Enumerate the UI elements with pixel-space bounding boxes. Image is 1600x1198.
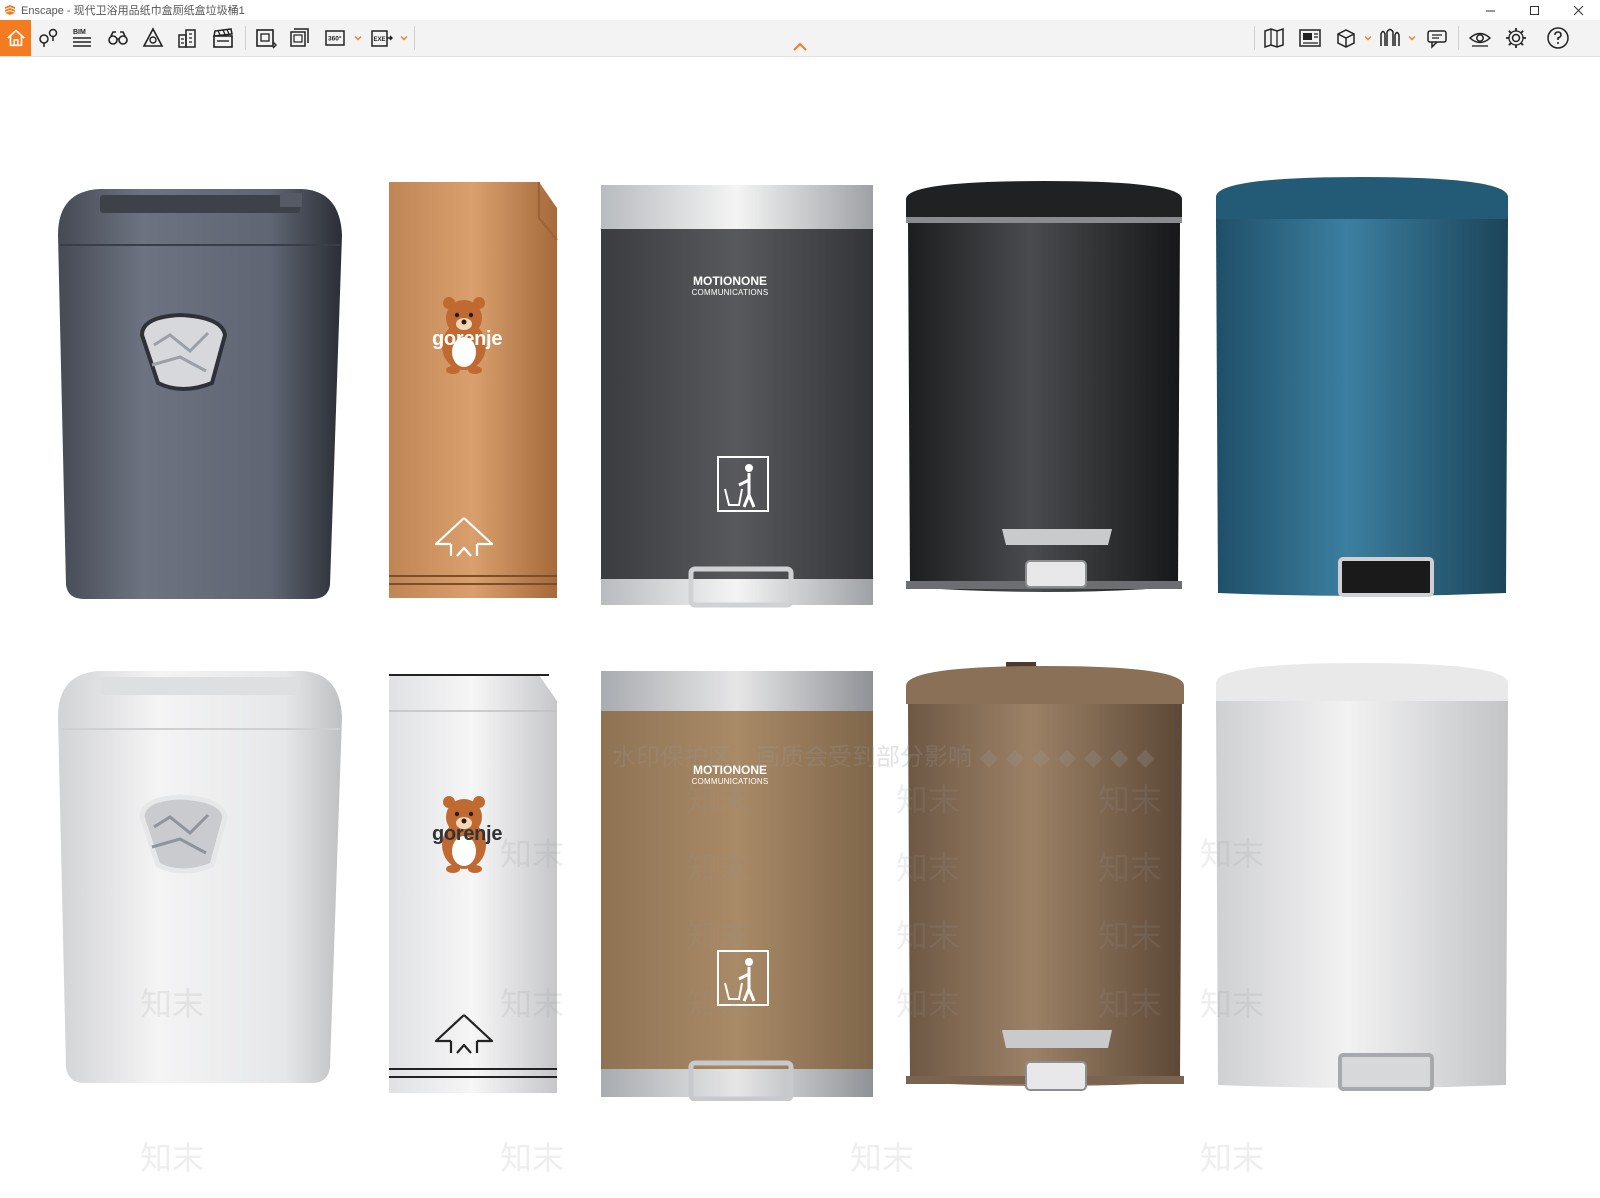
- binoculars-icon: [108, 31, 128, 45]
- chevron-down-icon[interactable]: [354, 34, 362, 42]
- toolbar-divider: [1458, 26, 1459, 50]
- map-icon: [1264, 27, 1284, 49]
- pedal-bin-blue: [1216, 177, 1508, 597]
- motionone-bin-dark: MOTIONONE COMMUNICATIONS: [601, 185, 873, 609]
- exe-label: EXE: [374, 37, 386, 43]
- pedal-bin-black: [906, 181, 1182, 592]
- motionone-bin-dark-body: [601, 185, 873, 608]
- motionone-subtitle: COMMUNICATIONS: [691, 288, 769, 297]
- views-button[interactable]: [1296, 24, 1324, 52]
- chevron-down-icon[interactable]: [1364, 34, 1372, 42]
- views-icon: [1299, 29, 1321, 47]
- settings-button[interactable]: [1502, 24, 1530, 52]
- bim-label: BIM: [73, 29, 86, 36]
- help-button[interactable]: [1544, 24, 1572, 52]
- visual-settings-icon: [1468, 32, 1492, 47]
- motionone-subtitle: COMMUNICATIONS: [691, 777, 769, 786]
- collapse-toolbar-chevron-icon[interactable]: [792, 42, 808, 52]
- gorenje-brand-label: gorenje: [432, 823, 503, 845]
- export-exe-icon: EXE: [371, 30, 393, 47]
- pedal-bin-white: [1216, 663, 1508, 1091]
- close-button[interactable]: [1556, 0, 1600, 20]
- watermark-mark: 知末: [1200, 1139, 1265, 1177]
- toolbar-divider: [414, 26, 415, 50]
- panorama-360-icon: 360°: [325, 30, 345, 46]
- motionone-bin-tan-body: [601, 671, 873, 1101]
- toolbar-divider: [1254, 26, 1255, 50]
- screenshot-button[interactable]: [252, 24, 280, 52]
- watermark-mark: 知末: [500, 1139, 565, 1177]
- window-controls: [1468, 0, 1600, 20]
- bim-button[interactable]: BIM: [68, 24, 96, 52]
- cube-icon: [1337, 29, 1355, 48]
- close-icon: [1573, 5, 1583, 15]
- location-pin-button[interactable]: [34, 24, 62, 52]
- chevron-down-icon[interactable]: [1408, 34, 1416, 42]
- home-button[interactable]: [0, 20, 31, 56]
- motionone-title: MOTIONONE: [693, 274, 767, 288]
- pano-label: 360°: [328, 35, 342, 43]
- asset-library-button[interactable]: [139, 24, 167, 52]
- feedback-button[interactable]: [1423, 24, 1451, 52]
- home-icon: [6, 29, 25, 47]
- atmosphere-icon: [1380, 28, 1400, 46]
- batch-render-icon: [290, 28, 309, 47]
- minimize-icon: [1485, 10, 1495, 11]
- shredder-bin-dark-gray: [58, 189, 342, 599]
- buildings-button[interactable]: [174, 24, 202, 52]
- pedal-bin-bronze: [906, 662, 1184, 1091]
- video-editor-button[interactable]: [209, 24, 237, 52]
- pin-icon: [39, 28, 58, 47]
- bim-icon: BIM: [73, 29, 91, 47]
- export-exe-button[interactable]: EXE: [368, 24, 396, 52]
- gorenje-bin-copper-body: [389, 182, 558, 598]
- batch-render-button[interactable]: [287, 24, 315, 52]
- minimize-button[interactable]: [1468, 0, 1512, 20]
- motionone-bin-tan: MOTIONONE COMMUNICATIONS: [601, 671, 873, 1101]
- view-mode-button[interactable]: [104, 24, 132, 52]
- help-icon: [1547, 27, 1569, 49]
- buildings-icon: [178, 29, 196, 48]
- gorenje-bin-white: gorenje: [389, 671, 559, 1097]
- map-button[interactable]: [1260, 24, 1288, 52]
- watermark-banner: 水印保护区，画质会受到部分影响 ◆ ◆ ◆ ◆ ◆ ◆ ◆: [612, 743, 1155, 771]
- window-title: Enscape - 现代卫浴用品纸巾盒厕纸盒垃圾桶1: [21, 5, 245, 17]
- clapper-icon: [213, 28, 233, 48]
- gorenje-bin-copper: gorenje: [389, 178, 559, 602]
- gorenje-bin-white-body: [389, 674, 557, 1093]
- enscape-logo-icon: [5, 5, 15, 15]
- shredder-bin-white: [58, 671, 342, 1083]
- settings-icon: [1506, 28, 1526, 48]
- asset-library-icon: [142, 27, 164, 47]
- motionone-brand: MOTIONONE COMMUNICATIONS: [601, 274, 866, 297]
- panorama-button[interactable]: 360°: [322, 24, 350, 52]
- title-bar: Enscape - 现代卫浴用品纸巾盒厕纸盒垃圾桶1: [0, 0, 1600, 20]
- chevron-down-icon[interactable]: [400, 34, 408, 42]
- maximize-icon: [1529, 5, 1539, 15]
- render-viewport[interactable]: gorenje MOTIONONE COMMUNICATIONS gorenje…: [0, 57, 1600, 1198]
- screenshot-icon: [256, 29, 277, 49]
- maximize-button[interactable]: [1512, 0, 1556, 20]
- toolbar-divider: [245, 26, 246, 50]
- atmosphere-button[interactable]: [1376, 24, 1404, 52]
- watermark-mark: 知末: [850, 1139, 915, 1177]
- section-box-button[interactable]: [1332, 24, 1360, 52]
- watermark-mark: 知末: [140, 1139, 205, 1177]
- gorenje-brand-label: gorenje: [432, 328, 503, 350]
- visual-settings-button[interactable]: [1466, 24, 1494, 52]
- feedback-icon: [1427, 30, 1447, 49]
